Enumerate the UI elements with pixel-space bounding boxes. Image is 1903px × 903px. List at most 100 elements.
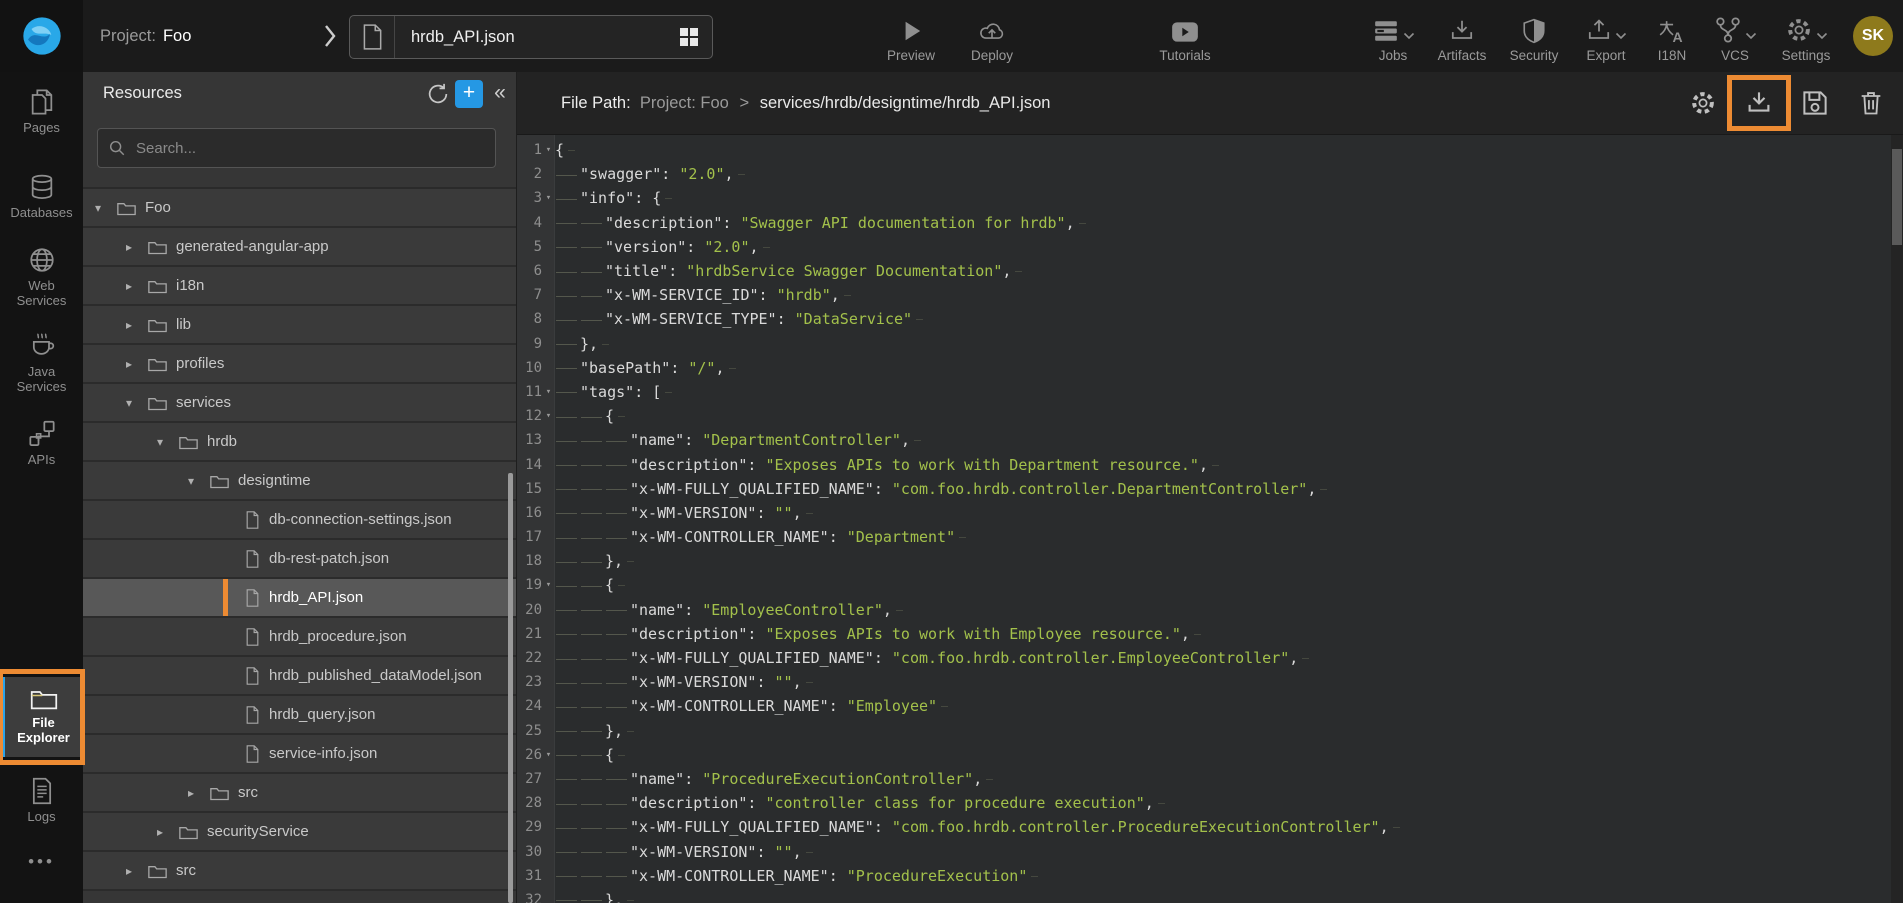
- file-tab[interactable]: hrdb_API.json: [349, 15, 713, 59]
- fold-arrow-icon[interactable]: ▾: [542, 750, 555, 760]
- topbar-action-tutorials[interactable]: Tutorials: [1150, 9, 1220, 63]
- topbar-action-vcs[interactable]: VCS: [1707, 9, 1763, 63]
- code-line[interactable]: 6"title": "hrdbService Swagger Documenta…: [517, 259, 1891, 283]
- tree-folder-foo[interactable]: ▾Foo: [83, 189, 516, 228]
- sidebar-item-apis[interactable]: APIs: [1, 420, 83, 467]
- tree-folder-designtime[interactable]: ▾designtime: [83, 462, 516, 501]
- tree-folder-securityservice[interactable]: ▸securityService: [83, 813, 516, 852]
- tree-collapse-arrow-icon[interactable]: ▸: [126, 318, 148, 332]
- tree-folder-i18n[interactable]: ▸i18n: [83, 267, 516, 306]
- tree-collapse-arrow-icon[interactable]: ▸: [126, 864, 148, 878]
- tree-folder-generated-angular-app[interactable]: ▸generated-angular-app: [83, 228, 516, 267]
- sidebar-more-button[interactable]: •••: [28, 852, 55, 872]
- topbar-action-deploy[interactable]: Deploy: [962, 9, 1022, 63]
- fold-arrow-icon[interactable]: ▾: [542, 411, 555, 421]
- user-avatar[interactable]: SK: [1853, 16, 1893, 56]
- tree-expand-arrow-icon[interactable]: ▾: [95, 201, 117, 215]
- code-line[interactable]: 10"basePath": "/",: [517, 356, 1891, 380]
- tree-folder-hrdb[interactable]: ▾hrdb: [83, 423, 516, 462]
- tree-expand-arrow-icon[interactable]: ▾: [126, 396, 148, 410]
- tree-file-hrdb-api-json[interactable]: hrdb_API.json: [83, 579, 516, 618]
- code-line[interactable]: 9},: [517, 332, 1891, 356]
- code-line[interactable]: 15"x-WM-FULLY_QUALIFIED_NAME": "com.foo.…: [517, 477, 1891, 501]
- tree-file-hrdb-query-json[interactable]: hrdb_query.json: [83, 696, 516, 735]
- editor-scrollbar[interactable]: [1891, 135, 1903, 903]
- code-line[interactable]: 11▾"tags": [: [517, 380, 1891, 404]
- code-line[interactable]: 28"description": "controller class for p…: [517, 791, 1891, 815]
- code-line[interactable]: 4"description": "Swagger API documentati…: [517, 211, 1891, 235]
- tree-file-hrdb-published-datamodel-json[interactable]: hrdb_published_dataModel.json: [83, 657, 516, 696]
- tree-file-db-rest-patch-json[interactable]: db-rest-patch.json: [83, 540, 516, 579]
- topbar-action-security[interactable]: Security: [1503, 9, 1565, 63]
- collapse-panel-button[interactable]: «: [488, 77, 512, 109]
- code-line[interactable]: 25},: [517, 719, 1891, 743]
- fold-arrow-icon[interactable]: ▾: [542, 387, 555, 397]
- topbar-action-preview[interactable]: Preview: [876, 9, 946, 63]
- tree-collapse-arrow-icon[interactable]: ▸: [126, 240, 148, 254]
- code-line[interactable]: 3▾"info": {: [517, 186, 1891, 210]
- project-breadcrumb[interactable]: Project: Foo: [100, 0, 191, 72]
- topbar-action-artifacts[interactable]: Artifacts: [1431, 9, 1493, 63]
- topbar-action-i18n[interactable]: AI18N: [1647, 9, 1697, 63]
- tree-scrollbar-thumb[interactable]: [508, 473, 513, 903]
- wavemaker-logo[interactable]: [0, 0, 83, 72]
- code-line[interactable]: 22"x-WM-FULLY_QUALIFIED_NAME": "com.foo.…: [517, 646, 1891, 670]
- tree-expand-arrow-icon[interactable]: ▾: [157, 435, 179, 449]
- code-editor[interactable]: 1▾{2"swagger": "2.0",3▾"info": {4"descri…: [517, 135, 1891, 903]
- code-line[interactable]: 29"x-WM-FULLY_QUALIFIED_NAME": "com.foo.…: [517, 815, 1891, 839]
- sidebar-item-java-services[interactable]: JavaServices: [1, 332, 83, 394]
- sidebar-item-web-services[interactable]: WebServices: [1, 246, 83, 308]
- code-line[interactable]: 20"name": "EmployeeController",: [517, 598, 1891, 622]
- save-button[interactable]: [1799, 87, 1831, 119]
- sidebar-item-file-explorer[interactable]: FileExplorer: [1, 677, 83, 757]
- topbar-action-jobs[interactable]: Jobs: [1365, 9, 1421, 63]
- download-button[interactable]: [1743, 87, 1775, 119]
- fold-arrow-icon[interactable]: ▾: [542, 580, 555, 590]
- code-line[interactable]: 17"x-WM-CONTROLLER_NAME": "Department": [517, 525, 1891, 549]
- code-line[interactable]: 24"x-WM-CONTROLLER_NAME": "Employee": [517, 694, 1891, 718]
- code-line[interactable]: 26▾{: [517, 743, 1891, 767]
- code-line[interactable]: 8"x-WM-SERVICE_TYPE": "DataService": [517, 307, 1891, 331]
- code-line[interactable]: 5"version": "2.0",: [517, 235, 1891, 259]
- delete-button[interactable]: [1855, 87, 1887, 119]
- tree-folder-src[interactable]: ▸src: [83, 852, 516, 891]
- editor-scrollbar-thumb[interactable]: [1892, 149, 1902, 245]
- code-line[interactable]: 12▾{: [517, 404, 1891, 428]
- sidebar-item-logs[interactable]: Logs: [1, 777, 83, 824]
- code-line[interactable]: 13"name": "DepartmentController",: [517, 428, 1891, 452]
- tree-folder-lib[interactable]: ▸lib: [83, 306, 516, 345]
- topbar-action-settings[interactable]: Settings: [1773, 9, 1839, 63]
- grid-icon[interactable]: [666, 27, 712, 47]
- code-line[interactable]: 31"x-WM-CONTROLLER_NAME": "ProcedureExec…: [517, 864, 1891, 888]
- tree-folder-profiles[interactable]: ▸profiles: [83, 345, 516, 384]
- tree-file-db-connection-settings-json[interactable]: db-connection-settings.json: [83, 501, 516, 540]
- code-line[interactable]: 23"x-WM-VERSION": "",: [517, 670, 1891, 694]
- sidebar-item-databases[interactable]: Databases: [1, 173, 83, 220]
- code-line[interactable]: 32},: [517, 888, 1891, 903]
- fold-arrow-icon[interactable]: ▾: [542, 145, 555, 155]
- tree-collapse-arrow-icon[interactable]: ▸: [188, 786, 210, 800]
- search-input[interactable]: [134, 139, 485, 158]
- code-line[interactable]: 19▾{: [517, 573, 1891, 597]
- tree-folder-services[interactable]: ▾services: [83, 384, 516, 423]
- fold-arrow-icon[interactable]: ▾: [542, 193, 555, 203]
- code-line[interactable]: 2"swagger": "2.0",: [517, 162, 1891, 186]
- code-line[interactable]: 14"description": "Exposes APIs to work w…: [517, 452, 1891, 476]
- code-line[interactable]: 21"description": "Exposes APIs to work w…: [517, 622, 1891, 646]
- code-line[interactable]: 1▾{: [517, 138, 1891, 162]
- tree-folder-src[interactable]: ▸src: [83, 774, 516, 813]
- tree-collapse-arrow-icon[interactable]: ▸: [126, 357, 148, 371]
- code-line[interactable]: 30"x-WM-VERSION": "",: [517, 839, 1891, 863]
- add-resource-button[interactable]: +: [455, 80, 483, 108]
- sidebar-item-pages[interactable]: Pages: [1, 88, 83, 135]
- code-line[interactable]: 7"x-WM-SERVICE_ID": "hrdb",: [517, 283, 1891, 307]
- code-line[interactable]: 27"name": "ProcedureExecutionController"…: [517, 767, 1891, 791]
- settings-button[interactable]: [1687, 87, 1719, 119]
- refresh-button[interactable]: [425, 81, 451, 107]
- tree-file-service-info-json[interactable]: service-info.json: [83, 735, 516, 774]
- code-line[interactable]: 18},: [517, 549, 1891, 573]
- tree-file-hrdb-procedure-json[interactable]: hrdb_procedure.json: [83, 618, 516, 657]
- code-line[interactable]: 16"x-WM-VERSION": "",: [517, 501, 1891, 525]
- topbar-action-export[interactable]: Export: [1575, 9, 1637, 63]
- tree-collapse-arrow-icon[interactable]: ▸: [157, 825, 179, 839]
